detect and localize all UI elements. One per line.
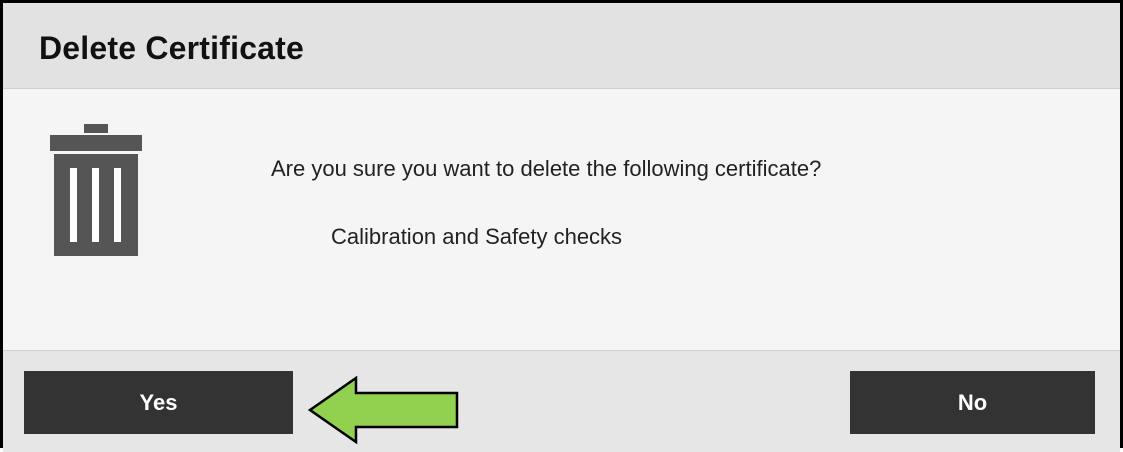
certificate-name: Calibration and Safety checks bbox=[331, 224, 623, 249]
dialog-title: Delete Certificate bbox=[39, 30, 305, 66]
dialog-titlebar: Delete Certificate bbox=[3, 3, 1120, 89]
confirmation-message: Are you sure you want to delete the foll… bbox=[271, 156, 822, 181]
no-button[interactable]: No bbox=[850, 371, 1095, 434]
dialog-footer: Yes No bbox=[3, 350, 1120, 452]
yes-button[interactable]: Yes bbox=[24, 371, 293, 434]
delete-certificate-dialog: Delete Certificate Are you sure you want… bbox=[0, 0, 1123, 452]
left-arrow-icon bbox=[307, 376, 459, 444]
dialog-content: Are you sure you want to delete the foll… bbox=[3, 89, 1120, 349]
trash-icon bbox=[50, 124, 142, 256]
